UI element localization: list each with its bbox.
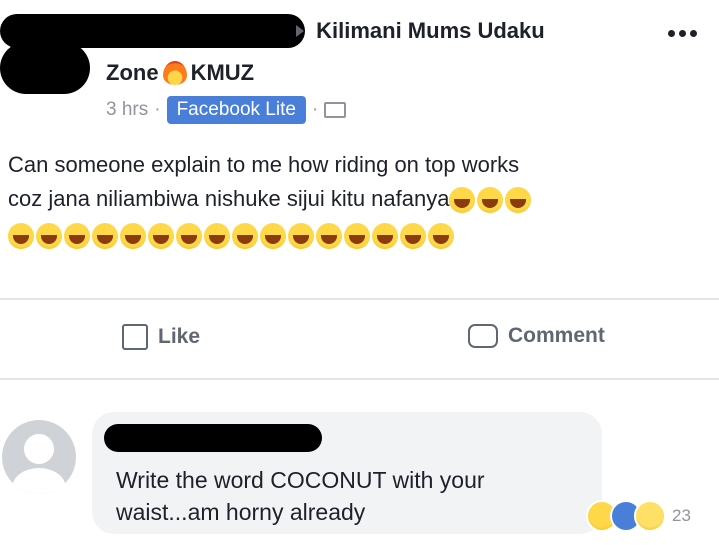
post-text-line2: coz jana niliambiwa nishuke sijui kitu n… — [8, 182, 708, 216]
reaction-count: 23 — [672, 506, 691, 525]
commenter-avatar[interactable] — [2, 420, 76, 494]
laughing-emoji-icon — [92, 223, 118, 250]
laughing-emoji-icon — [232, 223, 258, 250]
divider — [0, 298, 719, 300]
thumbs-up-icon — [122, 324, 148, 350]
laughing-emoji-icon — [204, 223, 230, 250]
audience-icon — [324, 102, 347, 118]
comment-icon — [468, 324, 498, 348]
fire-icon — [162, 61, 187, 85]
laughing-emoji-icon — [477, 187, 504, 214]
arrow-right-icon — [296, 25, 304, 38]
redacted-commenter-name — [104, 424, 322, 452]
comment-reactions[interactable]: 23 — [586, 500, 691, 532]
group-name[interactable]: Kilimani Mums Udaku — [316, 18, 545, 43]
comment-button[interactable]: Comment — [468, 324, 605, 348]
post-meta: 3 hrs · Facebook Lite · — [106, 96, 347, 124]
laughing-emoji-icon — [36, 223, 62, 250]
divider — [0, 378, 719, 380]
laughing-emoji-icon — [344, 223, 370, 250]
laughing-emoji-icon — [260, 223, 286, 250]
laughing-emoji-icon — [400, 223, 426, 250]
laughing-emoji-icon — [64, 223, 90, 250]
post-time[interactable]: 3 hrs — [106, 99, 148, 121]
laughing-emoji-icon — [428, 223, 454, 250]
post-header[interactable]: Kilimani Mums Udaku — [116, 18, 545, 44]
redacted-avatar — [0, 42, 90, 94]
laughing-emoji-icon — [176, 223, 202, 250]
laughing-emoji-icon — [372, 223, 398, 250]
group-name-continued[interactable]: Zone KMUZ — [106, 60, 254, 86]
post-text-line1: Can someone explain to me how riding on … — [8, 152, 520, 177]
laughing-emoji-icon — [316, 223, 342, 250]
like-button[interactable]: Like — [122, 324, 200, 350]
laughing-emoji-icon — [148, 223, 174, 250]
laughing-emoji-icon — [505, 187, 532, 214]
laughing-emoji-icon — [288, 223, 314, 250]
post-body: Can someone explain to me how riding on … — [8, 148, 708, 252]
laughing-emoji-icon — [449, 187, 476, 214]
wow-reaction-icon — [634, 500, 666, 532]
laughing-emoji-icon — [120, 223, 146, 250]
comment-text: Write the word COCONUT with your waist..… — [116, 467, 485, 525]
laughing-emoji-icon — [8, 223, 34, 250]
more-options-icon[interactable] — [668, 30, 697, 37]
app-badge[interactable]: Facebook Lite — [166, 96, 306, 124]
post-emoji-line — [8, 218, 708, 252]
